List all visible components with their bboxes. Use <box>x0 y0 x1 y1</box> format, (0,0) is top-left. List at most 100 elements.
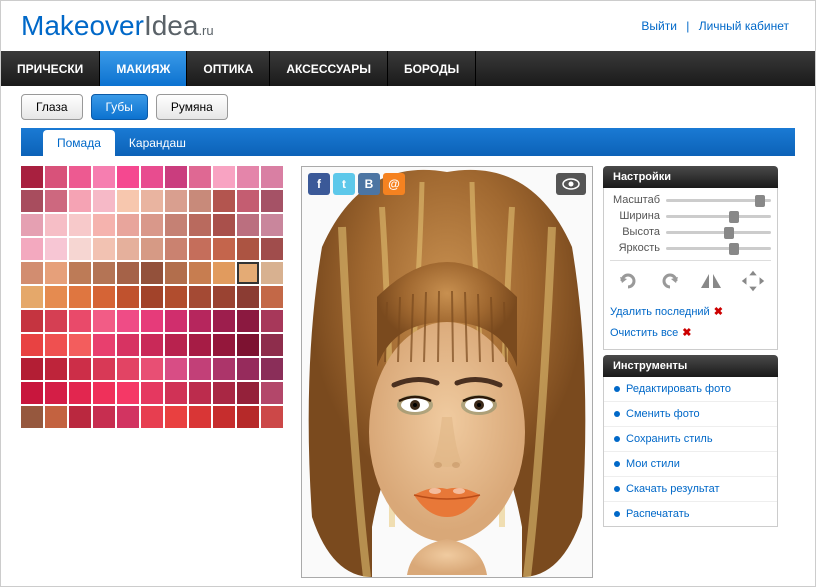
color-swatch[interactable] <box>69 190 91 212</box>
color-swatch[interactable] <box>237 190 259 212</box>
color-swatch[interactable] <box>117 238 139 260</box>
color-swatch[interactable] <box>237 262 259 284</box>
logout-link[interactable]: Выйти <box>641 19 677 33</box>
color-swatch[interactable] <box>165 286 187 308</box>
color-swatch[interactable] <box>189 214 211 236</box>
redo-icon[interactable] <box>656 269 684 293</box>
facebook-icon[interactable]: f <box>308 173 330 195</box>
color-swatch[interactable] <box>189 166 211 188</box>
nav-tab-2[interactable]: ОПТИКА <box>187 51 270 86</box>
color-swatch[interactable] <box>21 358 43 380</box>
color-swatch[interactable] <box>261 334 283 356</box>
color-swatch[interactable] <box>69 358 91 380</box>
color-swatch[interactable] <box>21 238 43 260</box>
color-swatch[interactable] <box>69 214 91 236</box>
undo-icon[interactable] <box>614 269 642 293</box>
tool-link[interactable]: Скачать результат <box>604 477 777 502</box>
color-swatch[interactable] <box>165 334 187 356</box>
visibility-toggle[interactable] <box>556 173 586 195</box>
color-swatch[interactable] <box>261 382 283 404</box>
color-swatch[interactable] <box>45 238 67 260</box>
color-swatch[interactable] <box>261 238 283 260</box>
color-swatch[interactable] <box>165 310 187 332</box>
color-swatch[interactable] <box>69 262 91 284</box>
color-swatch[interactable] <box>69 166 91 188</box>
slider[interactable] <box>666 211 771 221</box>
color-swatch[interactable] <box>21 190 43 212</box>
color-swatch[interactable] <box>117 262 139 284</box>
color-swatch[interactable] <box>165 406 187 428</box>
color-swatch[interactable] <box>45 382 67 404</box>
color-swatch[interactable] <box>213 310 235 332</box>
color-swatch[interactable] <box>69 286 91 308</box>
color-swatch[interactable] <box>93 166 115 188</box>
color-swatch[interactable] <box>189 286 211 308</box>
color-swatch[interactable] <box>93 310 115 332</box>
tabstrip-0[interactable]: Помада <box>43 130 115 156</box>
subnav-btn-2[interactable]: Румяна <box>156 94 228 120</box>
color-swatch[interactable] <box>21 310 43 332</box>
color-swatch[interactable] <box>141 358 163 380</box>
color-swatch[interactable] <box>69 382 91 404</box>
color-swatch[interactable] <box>45 358 67 380</box>
color-swatch[interactable] <box>93 286 115 308</box>
color-swatch[interactable] <box>213 382 235 404</box>
color-swatch[interactable] <box>237 334 259 356</box>
tool-link[interactable]: Редактировать фото <box>604 377 777 402</box>
color-swatch[interactable] <box>45 166 67 188</box>
tool-link[interactable]: Распечатать <box>604 502 777 526</box>
color-swatch[interactable] <box>189 310 211 332</box>
color-swatch[interactable] <box>45 334 67 356</box>
color-swatch[interactable] <box>141 214 163 236</box>
color-swatch[interactable] <box>165 262 187 284</box>
nav-tab-0[interactable]: ПРИЧЕСКИ <box>1 51 100 86</box>
color-swatch[interactable] <box>93 190 115 212</box>
subnav-btn-0[interactable]: Глаза <box>21 94 83 120</box>
color-swatch[interactable] <box>93 382 115 404</box>
color-swatch[interactable] <box>21 214 43 236</box>
clear-all-link[interactable]: Очистить все ✖ <box>610 322 771 343</box>
color-swatch[interactable] <box>237 358 259 380</box>
color-swatch[interactable] <box>45 406 67 428</box>
color-swatch[interactable] <box>117 334 139 356</box>
nav-tab-3[interactable]: АКСЕССУАРЫ <box>270 51 388 86</box>
color-swatch[interactable] <box>261 406 283 428</box>
color-swatch[interactable] <box>93 358 115 380</box>
account-link[interactable]: Личный кабинет <box>699 19 789 33</box>
tool-link[interactable]: Мои стили <box>604 452 777 477</box>
tabstrip-1[interactable]: Карандаш <box>115 130 200 156</box>
color-swatch[interactable] <box>213 406 235 428</box>
vk-icon[interactable]: B <box>358 173 380 195</box>
color-swatch[interactable] <box>93 214 115 236</box>
color-swatch[interactable] <box>237 310 259 332</box>
color-swatch[interactable] <box>165 190 187 212</box>
color-swatch[interactable] <box>117 406 139 428</box>
color-swatch[interactable] <box>165 166 187 188</box>
color-swatch[interactable] <box>117 310 139 332</box>
color-swatch[interactable] <box>189 262 211 284</box>
color-swatch[interactable] <box>189 358 211 380</box>
color-swatch[interactable] <box>141 190 163 212</box>
nav-tab-4[interactable]: БОРОДЫ <box>388 51 476 86</box>
color-swatch[interactable] <box>93 262 115 284</box>
color-swatch[interactable] <box>21 406 43 428</box>
color-swatch[interactable] <box>69 406 91 428</box>
color-swatch[interactable] <box>237 214 259 236</box>
nav-tab-1[interactable]: МАКИЯЖ <box>100 51 187 86</box>
color-swatch[interactable] <box>261 166 283 188</box>
color-swatch[interactable] <box>69 238 91 260</box>
color-swatch[interactable] <box>189 238 211 260</box>
color-swatch[interactable] <box>141 406 163 428</box>
color-swatch[interactable] <box>237 238 259 260</box>
color-swatch[interactable] <box>261 262 283 284</box>
color-swatch[interactable] <box>21 262 43 284</box>
color-swatch[interactable] <box>261 286 283 308</box>
color-swatch[interactable] <box>69 334 91 356</box>
color-swatch[interactable] <box>237 286 259 308</box>
color-swatch[interactable] <box>45 286 67 308</box>
color-swatch[interactable] <box>213 190 235 212</box>
color-swatch[interactable] <box>165 238 187 260</box>
color-swatch[interactable] <box>237 406 259 428</box>
slider[interactable] <box>666 243 771 253</box>
tool-link[interactable]: Сохранить стиль <box>604 427 777 452</box>
